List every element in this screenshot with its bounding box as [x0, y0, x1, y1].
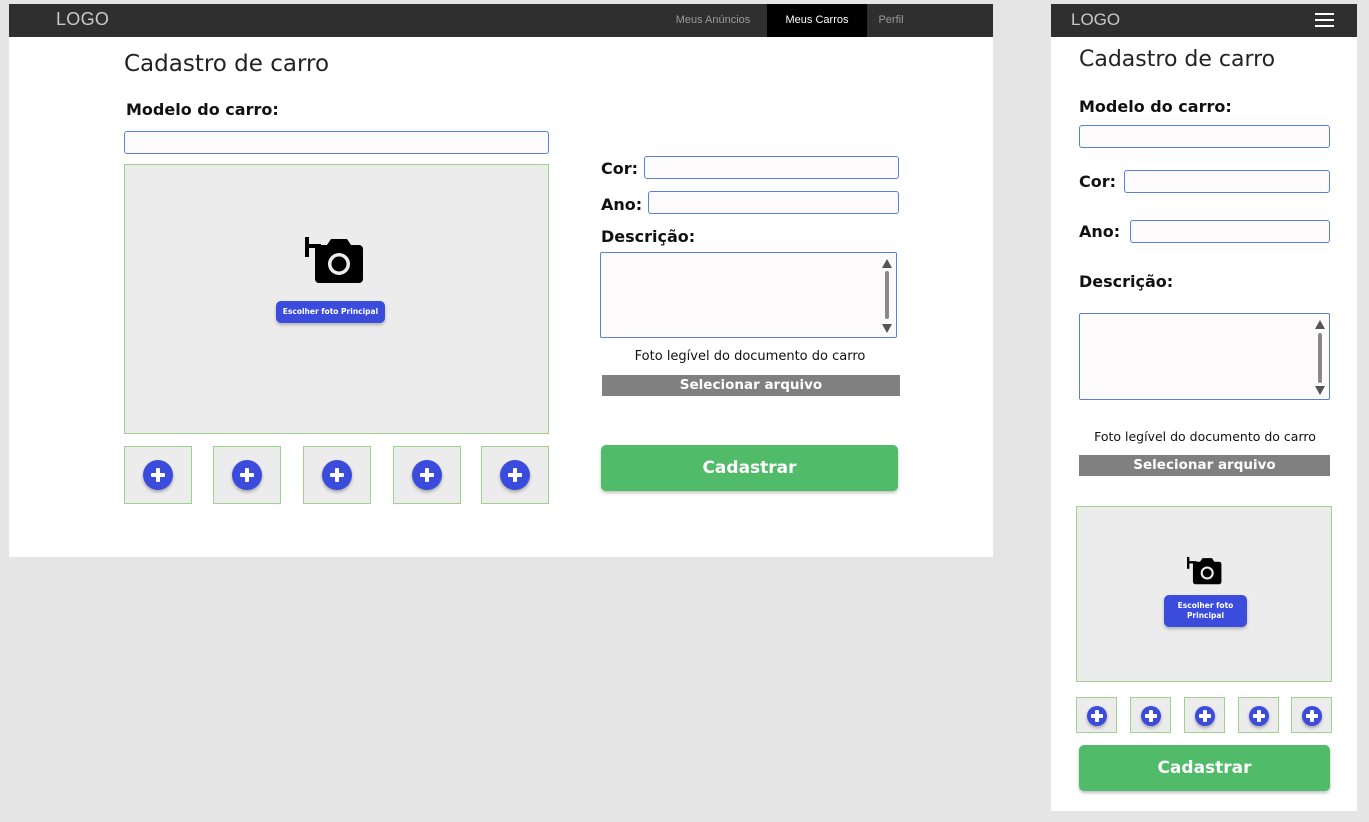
descricao-label: Descrição:	[1079, 272, 1174, 291]
plus-circle-icon[interactable]	[1141, 706, 1161, 726]
choose-main-photo-button[interactable]: Escolher foto Principal	[1164, 595, 1247, 627]
textarea-scrollbar[interactable]	[882, 259, 892, 333]
select-file-button[interactable]: Selecionar arquivo	[1079, 455, 1330, 476]
hamburger-menu-icon[interactable]	[1315, 13, 1334, 27]
scroll-down-arrow-icon[interactable]	[882, 324, 892, 333]
plus-circle-icon[interactable]	[322, 460, 352, 490]
thumbnail-slot[interactable]	[481, 446, 549, 504]
top-navbar: LOGO	[1051, 4, 1357, 37]
nav-meus-anuncios[interactable]: Meus Anúncios	[659, 4, 767, 37]
thumbnail-slot[interactable]	[1238, 697, 1279, 733]
modelo-input[interactable]	[1079, 125, 1330, 148]
modelo-label: Modelo do carro:	[126, 100, 279, 119]
cadastrar-button[interactable]: Cadastrar	[601, 445, 898, 491]
nav-meus-carros[interactable]: Meus Carros	[767, 4, 867, 37]
top-navbar: LOGO Meus Anúncios Meus Carros Perfil	[9, 4, 993, 37]
mobile-frame: LOGO Cadastro de carro Modelo do carro: …	[1051, 4, 1357, 811]
thumbnail-slot[interactable]	[303, 446, 371, 504]
ano-input[interactable]	[648, 191, 899, 214]
page-title: Cadastro de carro	[124, 51, 330, 77]
plus-circle-icon[interactable]	[143, 460, 173, 490]
descricao-textarea[interactable]	[600, 252, 897, 338]
logo[interactable]: LOGO	[56, 9, 109, 30]
main-photo-area[interactable]: Escolher foto Principal	[1076, 506, 1332, 682]
plus-circle-icon[interactable]	[1302, 706, 1322, 726]
main-photo-area[interactable]: Escolher foto Principal	[124, 164, 549, 434]
descricao-label: Descrição:	[601, 227, 696, 246]
cor-input[interactable]	[644, 156, 899, 179]
select-file-button[interactable]: Selecionar arquivo	[602, 375, 900, 396]
textarea-scrollbar[interactable]	[1315, 320, 1325, 396]
thumbnail-slot[interactable]	[1130, 697, 1171, 733]
thumbnail-slot[interactable]	[1184, 697, 1225, 733]
page-title: Cadastro de carro	[1079, 47, 1276, 72]
cadastrar-button[interactable]: Cadastrar	[1079, 745, 1330, 791]
plus-circle-icon[interactable]	[1087, 706, 1107, 726]
add-photo-camera-icon	[1187, 556, 1222, 585]
ano-input[interactable]	[1130, 220, 1330, 243]
thumbnail-slot[interactable]	[1076, 697, 1117, 733]
plus-circle-icon[interactable]	[232, 460, 262, 490]
plus-circle-icon[interactable]	[500, 460, 530, 490]
ano-label: Ano:	[1079, 222, 1121, 241]
scroll-up-arrow-icon[interactable]	[1315, 320, 1325, 329]
logo[interactable]: LOGO	[1071, 10, 1120, 30]
thumbnail-slot[interactable]	[124, 446, 192, 504]
nav-perfil[interactable]: Perfil	[871, 4, 911, 37]
thumbnail-slot[interactable]	[393, 446, 461, 504]
thumbnail-slot[interactable]	[1291, 697, 1332, 733]
desktop-frame: LOGO Meus Anúncios Meus Carros Perfil Ca…	[9, 4, 993, 557]
cor-input[interactable]	[1124, 170, 1330, 193]
cor-label: Cor:	[1079, 172, 1117, 191]
plus-circle-icon[interactable]	[1195, 706, 1215, 726]
ano-label: Ano:	[601, 195, 643, 214]
scroll-thumb[interactable]	[885, 271, 889, 319]
cor-label: Cor:	[601, 159, 639, 178]
modelo-input[interactable]	[124, 131, 549, 154]
scroll-up-arrow-icon[interactable]	[882, 259, 892, 268]
plus-circle-icon[interactable]	[1249, 706, 1269, 726]
document-photo-label: Foto legível do documento do carro	[1094, 429, 1316, 444]
descricao-textarea[interactable]	[1079, 313, 1330, 400]
thumbnail-slot[interactable]	[213, 446, 281, 504]
document-photo-label: Foto legível do documento do carro	[634, 349, 866, 364]
modelo-label: Modelo do carro:	[1079, 97, 1232, 116]
add-photo-camera-icon	[305, 237, 363, 283]
plus-circle-icon[interactable]	[412, 460, 442, 490]
scroll-down-arrow-icon[interactable]	[1315, 386, 1325, 395]
scroll-thumb[interactable]	[1318, 333, 1322, 383]
choose-main-photo-button[interactable]: Escolher foto Principal	[276, 301, 385, 323]
